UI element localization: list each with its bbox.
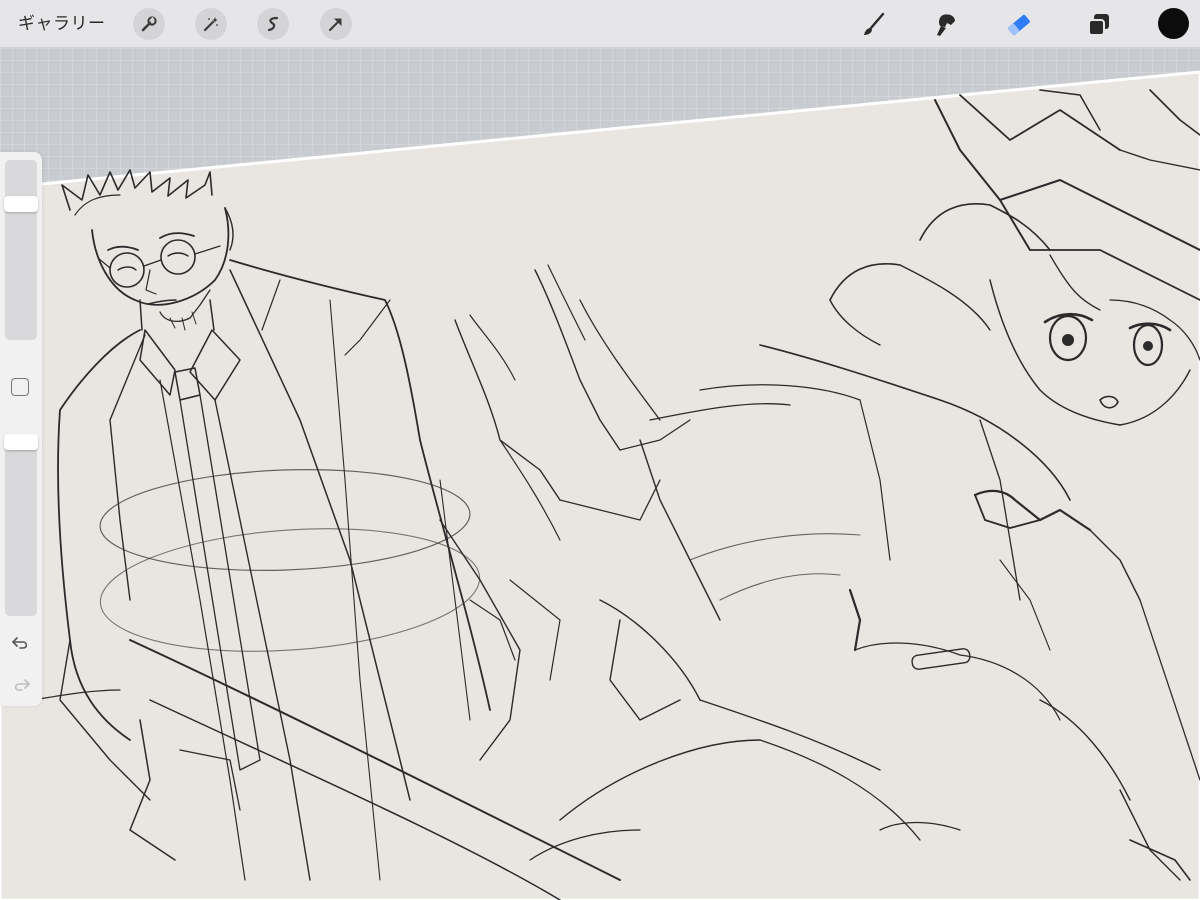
layers-icon xyxy=(1088,14,1109,36)
redo-icon xyxy=(14,679,30,691)
smudge-button[interactable] xyxy=(929,8,963,42)
layers-button[interactable] xyxy=(1082,8,1116,42)
eraser-button[interactable] xyxy=(1002,8,1036,42)
redo-button[interactable] xyxy=(8,672,34,698)
adjustments-button[interactable] xyxy=(195,8,227,40)
brush-opacity-slider[interactable] xyxy=(5,434,37,616)
brush-size-slider[interactable] xyxy=(5,160,37,340)
brush-opacity-thumb[interactable] xyxy=(4,434,38,450)
canvas-paper xyxy=(0,70,1200,900)
smudge-icon xyxy=(937,14,955,36)
top-toolbar: ギャラリー xyxy=(0,0,1200,48)
transform-arrow-icon xyxy=(329,18,342,31)
left-sidebar xyxy=(0,152,42,706)
selection-button[interactable] xyxy=(257,8,289,40)
brush-button[interactable] xyxy=(856,8,890,42)
drawing-canvas[interactable] xyxy=(0,0,1200,900)
brush-size-thumb[interactable] xyxy=(4,196,38,213)
procreate-app: ギャラリー xyxy=(0,0,1200,900)
transform-button[interactable] xyxy=(320,8,352,40)
undo-icon xyxy=(12,637,28,649)
actions-button[interactable] xyxy=(133,8,165,40)
eraser-icon xyxy=(1008,14,1030,36)
gallery-button[interactable]: ギャラリー xyxy=(18,10,106,38)
modify-button[interactable] xyxy=(11,378,29,396)
color-picker-button[interactable] xyxy=(1158,8,1189,39)
wrench-icon xyxy=(141,16,157,32)
brush-icon xyxy=(864,12,885,35)
undo-button[interactable] xyxy=(8,630,34,656)
selection-icon xyxy=(267,16,279,32)
magic-wand-icon xyxy=(203,17,218,32)
